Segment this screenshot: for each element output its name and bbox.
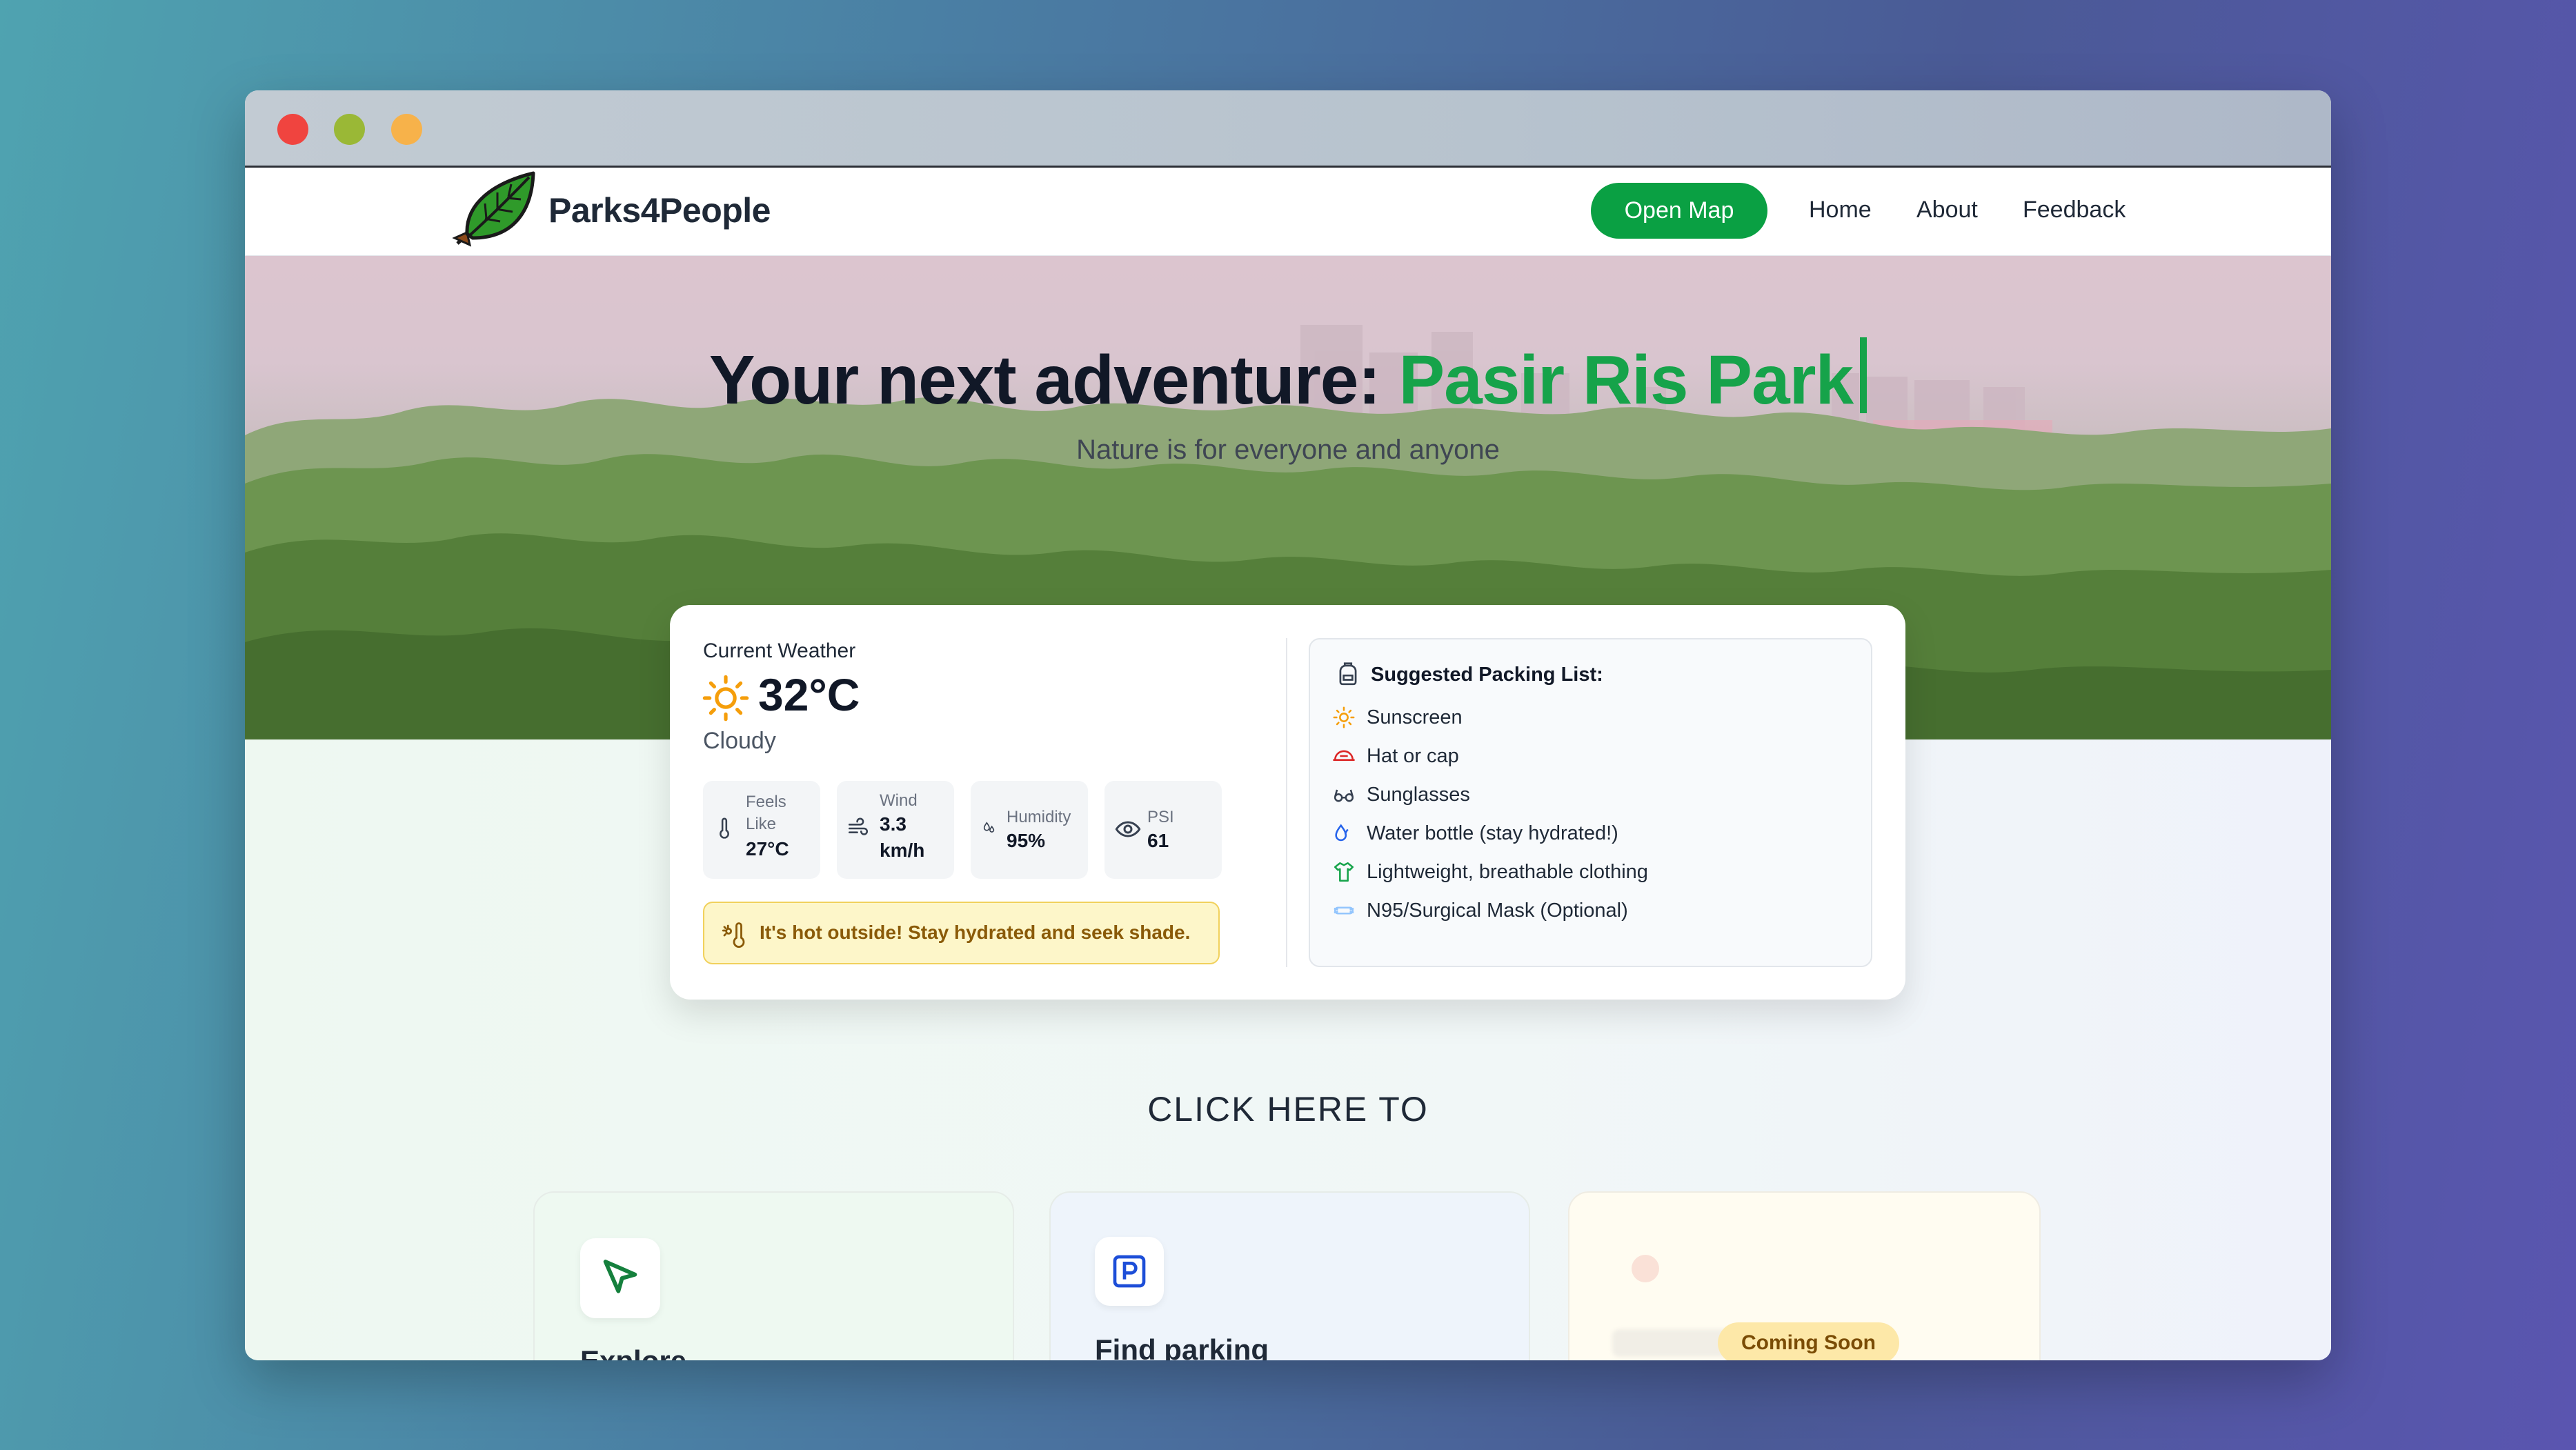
feels-like-label-2: Like <box>746 815 777 833</box>
heat-alert-text: It's hot outside! Stay hydrated and seek… <box>760 922 1191 943</box>
explore-title: Explore <box>580 1344 686 1360</box>
droplets-icon <box>983 822 995 833</box>
wind-label: Wind <box>880 791 918 810</box>
heat-thermometer-icon <box>722 922 745 948</box>
maximize-window-button[interactable] <box>334 114 365 145</box>
page-content: Parks4People Open Map Home About Feedbac… <box>245 168 2331 1360</box>
shirt-icon <box>1334 862 1354 882</box>
cta-heading: CLICK HERE TO <box>1147 1090 1429 1129</box>
close-window-button[interactable] <box>277 114 308 145</box>
parking-icon <box>1113 1255 1146 1288</box>
navbar: Parks4People Open Map Home About Feedbac… <box>245 168 2331 256</box>
open-map-button[interactable]: Open Map <box>1591 183 1767 239</box>
packing-item-label: Water bottle (stay hydrated!) <box>1367 822 1618 844</box>
card-divider <box>1286 638 1287 967</box>
feels-like-stat: Feels Like 27°C <box>703 781 820 879</box>
hero-subtitle: Nature is for everyone and anyone <box>1076 435 1500 465</box>
eye-icon <box>1115 821 1141 837</box>
find-parking-tile[interactable]: Find parking <box>1049 1191 1530 1360</box>
nav-about-link[interactable]: About <box>1916 197 1978 224</box>
brand-name[interactable]: Parks4People <box>548 190 771 230</box>
packing-item: Sunglasses <box>1332 777 1470 812</box>
wind-unit: km/h <box>880 840 925 861</box>
droplet-icon <box>1335 824 1349 842</box>
coming-soon-tile: Coming Soon <box>1568 1191 2041 1360</box>
packing-item: N95/Surgical Mask (Optional) <box>1332 893 1628 928</box>
packing-item-label: Sunscreen <box>1367 706 1463 728</box>
cap-icon <box>1333 750 1355 761</box>
humidity-stat: Humidity 95% <box>971 781 1088 879</box>
humidity-value: 95% <box>1007 830 1046 851</box>
packing-item: Lightweight, breathable clothing <box>1332 855 1648 889</box>
wind-stat: Wind 3.3 km/h <box>837 781 954 879</box>
coming-soon-badge: Coming Soon <box>1718 1322 1899 1360</box>
packing-item: Sunscreen <box>1332 700 1463 735</box>
explore-tile[interactable]: Explore <box>533 1191 1014 1360</box>
minimize-window-button[interactable] <box>391 114 422 145</box>
packing-item-label: N95/Surgical Mask (Optional) <box>1367 899 1628 922</box>
window-titlebar <box>245 90 2331 168</box>
packing-item-label: Sunglasses <box>1367 783 1470 806</box>
psi-stat: PSI 61 <box>1104 781 1222 879</box>
wind-value: 3.3 <box>880 813 906 835</box>
packing-item-label: Lightweight, breathable clothing <box>1367 860 1648 883</box>
psi-label: PSI <box>1147 808 1174 826</box>
psi-value: 61 <box>1147 830 1169 851</box>
placeholder-icon <box>1632 1255 1659 1282</box>
packing-item: Water bottle (stay hydrated!) <box>1332 816 1618 851</box>
hero-title-prefix: Your next adventure: <box>709 341 1399 419</box>
hero-park-name: Pasir Ris Park <box>1398 341 1854 419</box>
packing-item-label: Hat or cap <box>1367 744 1459 767</box>
heat-alert: It's hot outside! Stay hydrated and seek… <box>703 902 1220 964</box>
feels-like-value: 27°C <box>746 838 789 860</box>
packing-item: Hat or cap <box>1332 739 1459 773</box>
nav-home-link[interactable]: Home <box>1809 197 1872 224</box>
glasses-icon <box>1334 789 1354 802</box>
typing-cursor <box>1860 337 1867 413</box>
thermometer-icon <box>720 817 729 839</box>
wind-icon <box>848 817 869 835</box>
weather-label: Current Weather <box>703 639 856 662</box>
humidity-label: Humidity <box>1007 808 1071 826</box>
hero-title: Your next adventure: Pasir Ris Park <box>245 337 2331 420</box>
sunscreen-sun-icon <box>1333 706 1355 728</box>
sun-icon <box>702 675 749 722</box>
parking-icon-box <box>1095 1237 1164 1306</box>
find-parking-title: Find parking <box>1095 1333 1269 1360</box>
feels-like-label-1: Feels <box>746 793 786 811</box>
mask-icon <box>1334 906 1354 915</box>
packing-list: Suggested Packing List: Sunscreen Hat or… <box>1309 638 1872 967</box>
navigation-arrow-icon <box>603 1260 637 1293</box>
backpack-icon <box>1339 662 1357 686</box>
packing-list-title: Suggested Packing List: <box>1371 664 1603 686</box>
explore-icon-box <box>580 1238 660 1318</box>
weather-condition: Cloudy <box>703 728 776 754</box>
weather-card: Current Weather 32°C Cloudy Feels Like 2… <box>670 605 1905 1000</box>
browser-window: Parks4People Open Map Home About Feedbac… <box>245 90 2331 1360</box>
leaf-logo-icon[interactable] <box>452 169 538 252</box>
temperature-value: 32°C <box>758 669 860 720</box>
nav-feedback-link[interactable]: Feedback <box>2023 197 2126 224</box>
